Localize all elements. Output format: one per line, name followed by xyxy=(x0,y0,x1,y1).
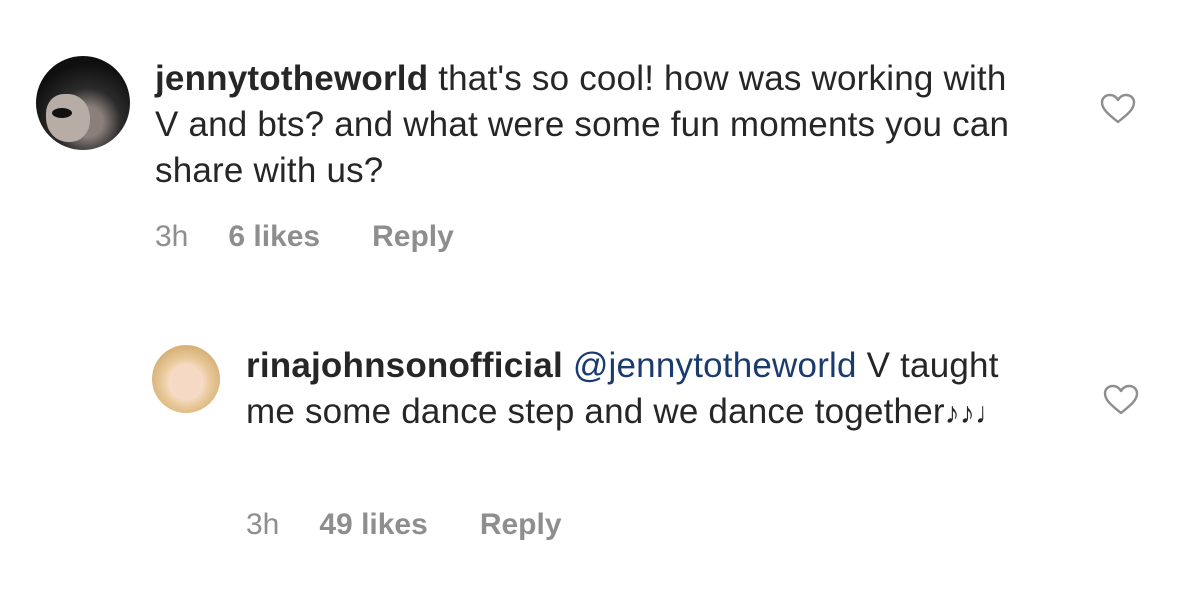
reply-button[interactable]: Reply xyxy=(480,508,562,542)
comment-username[interactable]: rinajohnsonofficial xyxy=(246,346,563,385)
avatar[interactable] xyxy=(152,345,220,413)
reply-button[interactable]: Reply xyxy=(372,220,454,254)
like-heart-icon[interactable] xyxy=(1100,93,1136,125)
avatar[interactable] xyxy=(36,56,130,150)
comment-meta: 3h 6 likes Reply xyxy=(155,220,454,254)
likes-count[interactable]: 6 likes xyxy=(228,220,320,254)
avatar-eye xyxy=(52,108,72,118)
comment-meta: 3h 49 likes Reply xyxy=(246,508,562,542)
like-heart-icon[interactable] xyxy=(1103,384,1139,416)
avatar-face xyxy=(171,363,201,399)
comment-rinajohnsonofficial: rinajohnsonofficial @jennytotheworld V t… xyxy=(0,290,1200,600)
mention-link[interactable]: @jennytotheworld xyxy=(573,346,857,385)
comment-text: rinajohnsonofficial @jennytotheworld V t… xyxy=(246,343,1046,437)
comment-jennytotheworld: jennytotheworld that's so cool! how was … xyxy=(0,0,1200,290)
comment-time: 3h xyxy=(246,508,280,541)
avatar-face xyxy=(46,94,90,142)
comment-text: jennytotheworld that's so cool! how was … xyxy=(155,56,1035,194)
comment-username[interactable]: jennytotheworld xyxy=(155,59,428,98)
likes-count[interactable]: 49 likes xyxy=(319,508,427,542)
comment-time: 3h xyxy=(155,220,189,253)
music-notes-emoji: ♪♪♩ xyxy=(944,397,1006,430)
